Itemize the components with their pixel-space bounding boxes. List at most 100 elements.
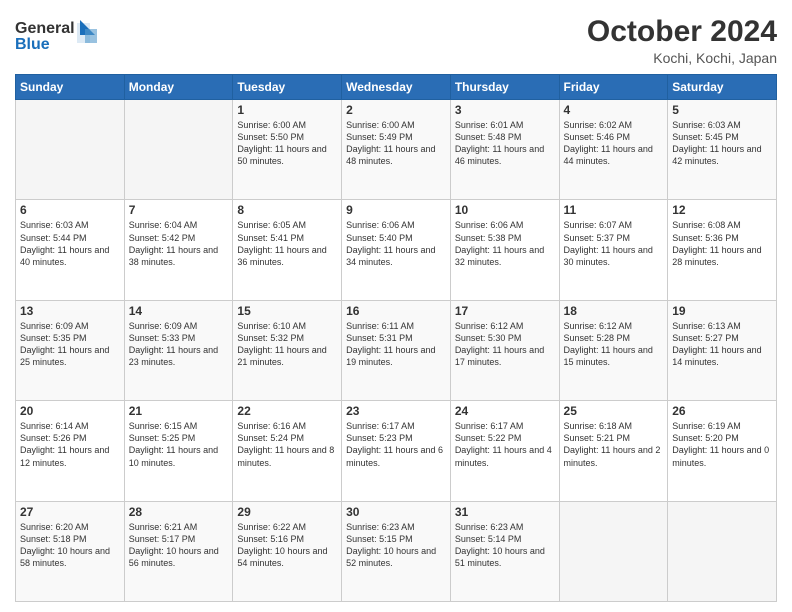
calendar-cell bbox=[668, 501, 777, 601]
day-number: 5 bbox=[672, 103, 772, 117]
calendar-cell: 30Sunrise: 6:23 AM Sunset: 5:15 PM Dayli… bbox=[342, 501, 451, 601]
cell-info: Sunrise: 6:01 AM Sunset: 5:48 PM Dayligh… bbox=[455, 119, 555, 168]
cell-info: Sunrise: 6:09 AM Sunset: 5:33 PM Dayligh… bbox=[129, 320, 229, 369]
day-number: 6 bbox=[20, 203, 120, 217]
day-number: 1 bbox=[237, 103, 337, 117]
day-number: 4 bbox=[564, 103, 664, 117]
logo: General Blue bbox=[15, 15, 105, 62]
calendar-cell: 6 Sunrise: 6:03 AM Sunset: 5:44 PM Daylig… bbox=[16, 200, 125, 300]
calendar-cell: 1 Sunrise: 6:00 AM Sunset: 5:50 PM Daylig… bbox=[233, 100, 342, 200]
day-number: 31 bbox=[455, 505, 555, 519]
calendar-cell: 5 Sunrise: 6:03 AM Sunset: 5:45 PM Daylig… bbox=[668, 100, 777, 200]
cell-info: Sunrise: 6:22 AM Sunset: 5:16 PM Dayligh… bbox=[237, 521, 337, 570]
calendar-cell bbox=[559, 501, 668, 601]
cell-info: Sunrise: 6:15 AM Sunset: 5:25 PM Dayligh… bbox=[129, 420, 229, 469]
day-number: 24 bbox=[455, 404, 555, 418]
day-header: Saturday bbox=[668, 75, 777, 100]
svg-text:General: General bbox=[15, 20, 75, 37]
day-number: 18 bbox=[564, 304, 664, 318]
day-number: 7 bbox=[129, 203, 229, 217]
calendar-cell: 27Sunrise: 6:20 AM Sunset: 5:18 PM Dayli… bbox=[16, 501, 125, 601]
calendar-week-row: 27Sunrise: 6:20 AM Sunset: 5:18 PM Dayli… bbox=[16, 501, 777, 601]
calendar-cell: 23 Sunrise: 6:17 AM Sunset: 5:23 PM Dayli… bbox=[342, 401, 451, 501]
calendar-cell bbox=[16, 100, 125, 200]
day-number: 20 bbox=[20, 404, 120, 418]
title-block: October 2024 Kochi, Kochi, Japan bbox=[587, 15, 777, 66]
cell-info: Sunrise: 6:17 AM Sunset: 5:23 PM Dayligh… bbox=[346, 420, 446, 469]
calendar-cell: 13Sunrise: 6:09 AM Sunset: 5:35 PM Dayli… bbox=[16, 300, 125, 400]
calendar-cell: 26 Sunrise: 6:19 AM Sunset: 5:20 PM Dayli… bbox=[668, 401, 777, 501]
calendar-cell: 28Sunrise: 6:21 AM Sunset: 5:17 PM Dayli… bbox=[124, 501, 233, 601]
cell-info: Sunrise: 6:09 AM Sunset: 5:35 PM Dayligh… bbox=[20, 320, 120, 369]
day-number: 2 bbox=[346, 103, 446, 117]
calendar-cell: 4 Sunrise: 6:02 AM Sunset: 5:46 PM Daylig… bbox=[559, 100, 668, 200]
calendar-cell: 21 Sunrise: 6:15 AM Sunset: 5:25 PM Dayli… bbox=[124, 401, 233, 501]
page: General Blue October 2024 Kochi, Kochi, … bbox=[0, 0, 792, 612]
cell-info: Sunrise: 6:00 AM Sunset: 5:50 PM Dayligh… bbox=[237, 119, 337, 168]
calendar-cell: 17 Sunrise: 6:12 AM Sunset: 5:30 PM Dayli… bbox=[450, 300, 559, 400]
cell-info: Sunrise: 6:14 AM Sunset: 5:26 PM Dayligh… bbox=[20, 420, 120, 469]
day-number: 21 bbox=[129, 404, 229, 418]
cell-info: Sunrise: 6:13 AM Sunset: 5:27 PM Dayligh… bbox=[672, 320, 772, 369]
day-header: Monday bbox=[124, 75, 233, 100]
cell-info: Sunrise: 6:00 AM Sunset: 5:49 PM Dayligh… bbox=[346, 119, 446, 168]
calendar-week-row: 20 Sunrise: 6:14 AM Sunset: 5:26 PM Dayli… bbox=[16, 401, 777, 501]
cell-info: Sunrise: 6:10 AM Sunset: 5:32 PM Dayligh… bbox=[237, 320, 337, 369]
calendar-table: SundayMondayTuesdayWednesdayThursdayFrid… bbox=[15, 74, 777, 602]
day-header: Tuesday bbox=[233, 75, 342, 100]
calendar-week-row: 13Sunrise: 6:09 AM Sunset: 5:35 PM Dayli… bbox=[16, 300, 777, 400]
day-number: 12 bbox=[672, 203, 772, 217]
cell-info: Sunrise: 6:03 AM Sunset: 5:45 PM Dayligh… bbox=[672, 119, 772, 168]
calendar-cell: 24 Sunrise: 6:17 AM Sunset: 5:22 PM Dayli… bbox=[450, 401, 559, 501]
day-header: Friday bbox=[559, 75, 668, 100]
cell-info: Sunrise: 6:05 AM Sunset: 5:41 PM Dayligh… bbox=[237, 219, 337, 268]
cell-info: Sunrise: 6:18 AM Sunset: 5:21 PM Dayligh… bbox=[564, 420, 664, 469]
day-number: 23 bbox=[346, 404, 446, 418]
cell-info: Sunrise: 6:17 AM Sunset: 5:22 PM Dayligh… bbox=[455, 420, 555, 469]
day-header: Sunday bbox=[16, 75, 125, 100]
cell-info: Sunrise: 6:07 AM Sunset: 5:37 PM Dayligh… bbox=[564, 219, 664, 268]
calendar-cell: 16Sunrise: 6:11 AM Sunset: 5:31 PM Dayli… bbox=[342, 300, 451, 400]
day-number: 9 bbox=[346, 203, 446, 217]
calendar-week-row: 1 Sunrise: 6:00 AM Sunset: 5:50 PM Daylig… bbox=[16, 100, 777, 200]
cell-info: Sunrise: 6:23 AM Sunset: 5:14 PM Dayligh… bbox=[455, 521, 555, 570]
calendar-cell: 29 Sunrise: 6:22 AM Sunset: 5:16 PM Dayli… bbox=[233, 501, 342, 601]
calendar-cell: 19 Sunrise: 6:13 AM Sunset: 5:27 PM Dayli… bbox=[668, 300, 777, 400]
calendar-cell: 2 Sunrise: 6:00 AM Sunset: 5:49 PM Daylig… bbox=[342, 100, 451, 200]
calendar-cell: 8Sunrise: 6:05 AM Sunset: 5:41 PM Daylig… bbox=[233, 200, 342, 300]
calendar-cell: 10Sunrise: 6:06 AM Sunset: 5:38 PM Dayli… bbox=[450, 200, 559, 300]
calendar-week-row: 6 Sunrise: 6:03 AM Sunset: 5:44 PM Daylig… bbox=[16, 200, 777, 300]
cell-info: Sunrise: 6:04 AM Sunset: 5:42 PM Dayligh… bbox=[129, 219, 229, 268]
calendar-cell bbox=[124, 100, 233, 200]
calendar-cell: 12Sunrise: 6:08 AM Sunset: 5:36 PM Dayli… bbox=[668, 200, 777, 300]
calendar-header-row: SundayMondayTuesdayWednesdayThursdayFrid… bbox=[16, 75, 777, 100]
cell-info: Sunrise: 6:12 AM Sunset: 5:30 PM Dayligh… bbox=[455, 320, 555, 369]
day-number: 10 bbox=[455, 203, 555, 217]
calendar-cell: 31 Sunrise: 6:23 AM Sunset: 5:14 PM Dayli… bbox=[450, 501, 559, 601]
day-number: 27 bbox=[20, 505, 120, 519]
calendar-cell: 7 Sunrise: 6:04 AM Sunset: 5:42 PM Daylig… bbox=[124, 200, 233, 300]
day-header: Thursday bbox=[450, 75, 559, 100]
day-number: 19 bbox=[672, 304, 772, 318]
calendar-subtitle: Kochi, Kochi, Japan bbox=[587, 50, 777, 66]
day-number: 30 bbox=[346, 505, 446, 519]
day-number: 17 bbox=[455, 304, 555, 318]
cell-info: Sunrise: 6:03 AM Sunset: 5:44 PM Dayligh… bbox=[20, 219, 120, 268]
header: General Blue October 2024 Kochi, Kochi, … bbox=[15, 15, 777, 66]
day-header: Wednesday bbox=[342, 75, 451, 100]
day-number: 28 bbox=[129, 505, 229, 519]
calendar-cell: 25 Sunrise: 6:18 AM Sunset: 5:21 PM Dayli… bbox=[559, 401, 668, 501]
day-number: 14 bbox=[129, 304, 229, 318]
day-number: 25 bbox=[564, 404, 664, 418]
svg-text:Blue: Blue bbox=[15, 36, 50, 53]
logo-block: General Blue bbox=[15, 15, 105, 62]
day-number: 26 bbox=[672, 404, 772, 418]
calendar-title: October 2024 bbox=[587, 15, 777, 48]
cell-info: Sunrise: 6:06 AM Sunset: 5:40 PM Dayligh… bbox=[346, 219, 446, 268]
day-number: 29 bbox=[237, 505, 337, 519]
calendar-cell: 9 Sunrise: 6:06 AM Sunset: 5:40 PM Daylig… bbox=[342, 200, 451, 300]
calendar-cell: 3Sunrise: 6:01 AM Sunset: 5:48 PM Daylig… bbox=[450, 100, 559, 200]
cell-info: Sunrise: 6:19 AM Sunset: 5:20 PM Dayligh… bbox=[672, 420, 772, 469]
calendar-cell: 18Sunrise: 6:12 AM Sunset: 5:28 PM Dayli… bbox=[559, 300, 668, 400]
cell-info: Sunrise: 6:02 AM Sunset: 5:46 PM Dayligh… bbox=[564, 119, 664, 168]
